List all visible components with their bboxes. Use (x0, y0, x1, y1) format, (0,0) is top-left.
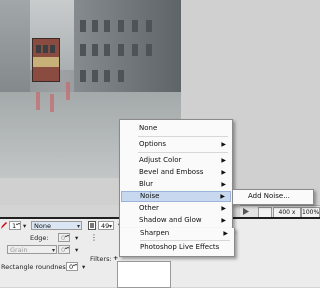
edge-label: Edge: (30, 234, 49, 242)
pencil-icon[interactable] (0, 221, 7, 230)
menu-item-blur[interactable]: Blur ▶ (121, 179, 231, 190)
menu-item-shadow-glow[interactable]: Shadow and Glow ▶ (121, 215, 231, 226)
opacity-icon (88, 221, 96, 230)
chevron-right-icon: ▶ (221, 217, 226, 224)
texture-select[interactable]: Grain (7, 245, 57, 255)
rect-roundness-label: Rectangle roundness: (1, 263, 72, 271)
filters-context-menu-lower: Sharpen ▶ Photoshop Live Effects (119, 228, 235, 257)
menu-item-sharpen[interactable]: Sharpen (140, 228, 169, 239)
stroke-width-dropdown-icon[interactable]: ▾ (23, 222, 26, 230)
filters-list[interactable] (117, 261, 171, 288)
opacity-field[interactable]: 49 (98, 221, 114, 231)
stroke-width-field[interactable]: 1 (9, 221, 21, 230)
menu-item-noise[interactable]: Noise ▶ (121, 191, 231, 202)
chevron-right-icon: ▶ (221, 181, 226, 188)
texture-dropdown-icon[interactable]: ▾ (75, 246, 78, 254)
stroke-options-icon[interactable]: ⋮ (90, 233, 98, 242)
edge-field[interactable]: 0 (58, 233, 70, 242)
rect-roundness-field[interactable]: 0 (66, 262, 78, 271)
chevron-right-icon: ▶ (221, 141, 226, 148)
chevron-right-icon: ▶ (221, 169, 226, 176)
edge-dropdown-icon[interactable]: ▾ (75, 234, 78, 242)
menu-item-adjust-color[interactable]: Adjust Color ▶ (121, 155, 231, 166)
filters-label: Filters: (90, 255, 112, 263)
menu-item-none[interactable]: None (121, 123, 231, 134)
chevron-right-icon: ▶ (221, 157, 226, 164)
filters-context-menu: None Options ▶ Adjust Color ▶ Bevel and Em… (119, 119, 233, 232)
texture-amount-field[interactable]: 0 (58, 245, 70, 254)
noise-submenu: Add Noise... (232, 189, 314, 205)
chevron-right-icon: ▶ (220, 193, 225, 200)
play-icon[interactable] (243, 208, 249, 215)
rect-roundness-dropdown-icon[interactable]: ▾ (82, 263, 85, 271)
menu-item-photoshop-live-effects[interactable]: Photoshop Live Effects (140, 242, 219, 253)
menu-item-add-noise[interactable]: Add Noise... (234, 191, 310, 202)
menu-item-options[interactable]: Options ▶ (121, 139, 231, 150)
chevron-right-icon: ▶ (221, 205, 226, 212)
menu-item-bevel-emboss[interactable]: Bevel and Emboss ▶ (121, 167, 231, 178)
chevron-right-icon: ▶ (223, 230, 228, 237)
stroke-style-select[interactable]: None (31, 221, 82, 231)
menu-item-other[interactable]: Other ▶ (121, 203, 231, 214)
